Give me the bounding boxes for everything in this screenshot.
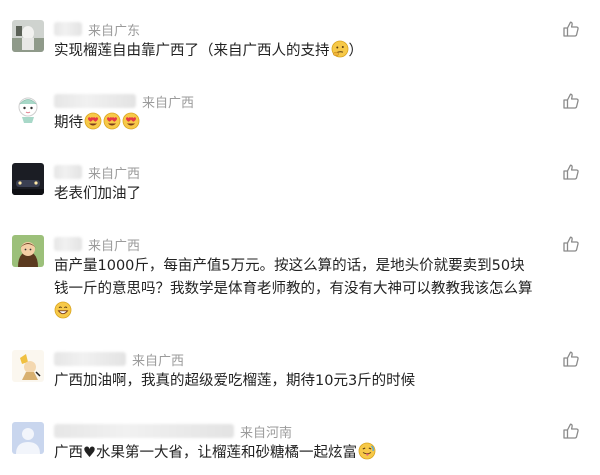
comment-body: 水果第一大省，让榴莲和砂糖橘一起炫富 bbox=[96, 445, 357, 461]
heart-symbol: ♥ bbox=[83, 445, 96, 461]
region-label: 来自广东 bbox=[88, 23, 141, 39]
comment-body-line2: 钱一斤的意思吗？我数学是体育老师教的，有没有大神可以教教我该怎么算 bbox=[54, 281, 533, 297]
comment-meta: 来自河南 bbox=[54, 422, 293, 441]
region-label: 来自广西 bbox=[142, 95, 195, 111]
username-redacted bbox=[54, 424, 234, 438]
region-label: 来自广西 bbox=[88, 166, 141, 182]
comment-meta: 来自广西 bbox=[54, 163, 141, 182]
comment-meta: 来自广西 bbox=[54, 350, 185, 369]
comment-body-prefix: 广西 bbox=[54, 445, 83, 461]
thumbs-up-icon[interactable] bbox=[562, 422, 580, 440]
comment-meta: 来自广西 bbox=[54, 92, 195, 111]
thumbs-up-icon[interactable] bbox=[562, 20, 580, 38]
comment-text: 广西♥水果第一大省，让榴莲和砂糖橘一起炫富 bbox=[54, 442, 376, 468]
thumbs-up-icon[interactable] bbox=[562, 235, 580, 253]
comment-body-line1: 亩产量1000斤，每亩产值5万元。按这么算的话，是地头价就要卖到50块 bbox=[54, 258, 525, 274]
comment-body: 期待 bbox=[54, 115, 83, 131]
avatar[interactable] bbox=[12, 163, 44, 195]
thumbs-up-icon[interactable] bbox=[562, 350, 580, 368]
face-with-tongue-icon bbox=[358, 442, 376, 468]
username-redacted bbox=[54, 22, 82, 36]
heart-eyes-icon bbox=[84, 112, 102, 138]
avatar[interactable] bbox=[12, 20, 44, 52]
comment-meta: 来自广西 bbox=[54, 235, 141, 254]
username-redacted bbox=[54, 352, 126, 366]
comment-text: 实现榴莲自由靠广西了（来自广西人的支持 ） bbox=[54, 40, 363, 66]
region-label: 来自广西 bbox=[88, 238, 141, 254]
comment-meta: 来自广东 bbox=[54, 20, 141, 39]
comment-text: 亩产量1000斤，每亩产值5万元。按这么算的话，是地头价就要卖到50块 钱一斤的… bbox=[54, 255, 533, 327]
username-redacted bbox=[54, 165, 82, 179]
heart-eyes-icon bbox=[122, 112, 140, 138]
region-label: 来自广西 bbox=[132, 353, 185, 369]
avatar[interactable] bbox=[12, 350, 44, 382]
avatar[interactable] bbox=[12, 422, 44, 454]
grinning-face-icon bbox=[54, 301, 72, 327]
comment-text: 广西加油啊，我真的超级爱吃榴莲，期待10元3斤的时候 bbox=[54, 370, 415, 393]
avatar[interactable] bbox=[12, 235, 44, 267]
comment-body: 老表们加油了 bbox=[54, 186, 141, 202]
heart-eyes-icon bbox=[103, 112, 121, 138]
comment-text: 期待 bbox=[54, 112, 140, 138]
region-label: 来自河南 bbox=[240, 425, 293, 441]
thumbs-up-icon[interactable] bbox=[562, 92, 580, 110]
comment-text: 老表们加油了 bbox=[54, 183, 141, 206]
thinking-face-icon bbox=[331, 40, 349, 66]
username-redacted bbox=[54, 237, 82, 251]
thumbs-up-icon[interactable] bbox=[562, 163, 580, 181]
username-redacted bbox=[54, 94, 136, 108]
avatar[interactable] bbox=[12, 92, 44, 124]
comment-body-tail: ） bbox=[348, 43, 364, 59]
comment-body: 实现榴莲自由靠广西了（来自广西人的支持 bbox=[54, 43, 330, 59]
comment-body: 广西加油啊，我真的超级爱吃榴莲，期待10元3斤的时候 bbox=[54, 373, 416, 389]
